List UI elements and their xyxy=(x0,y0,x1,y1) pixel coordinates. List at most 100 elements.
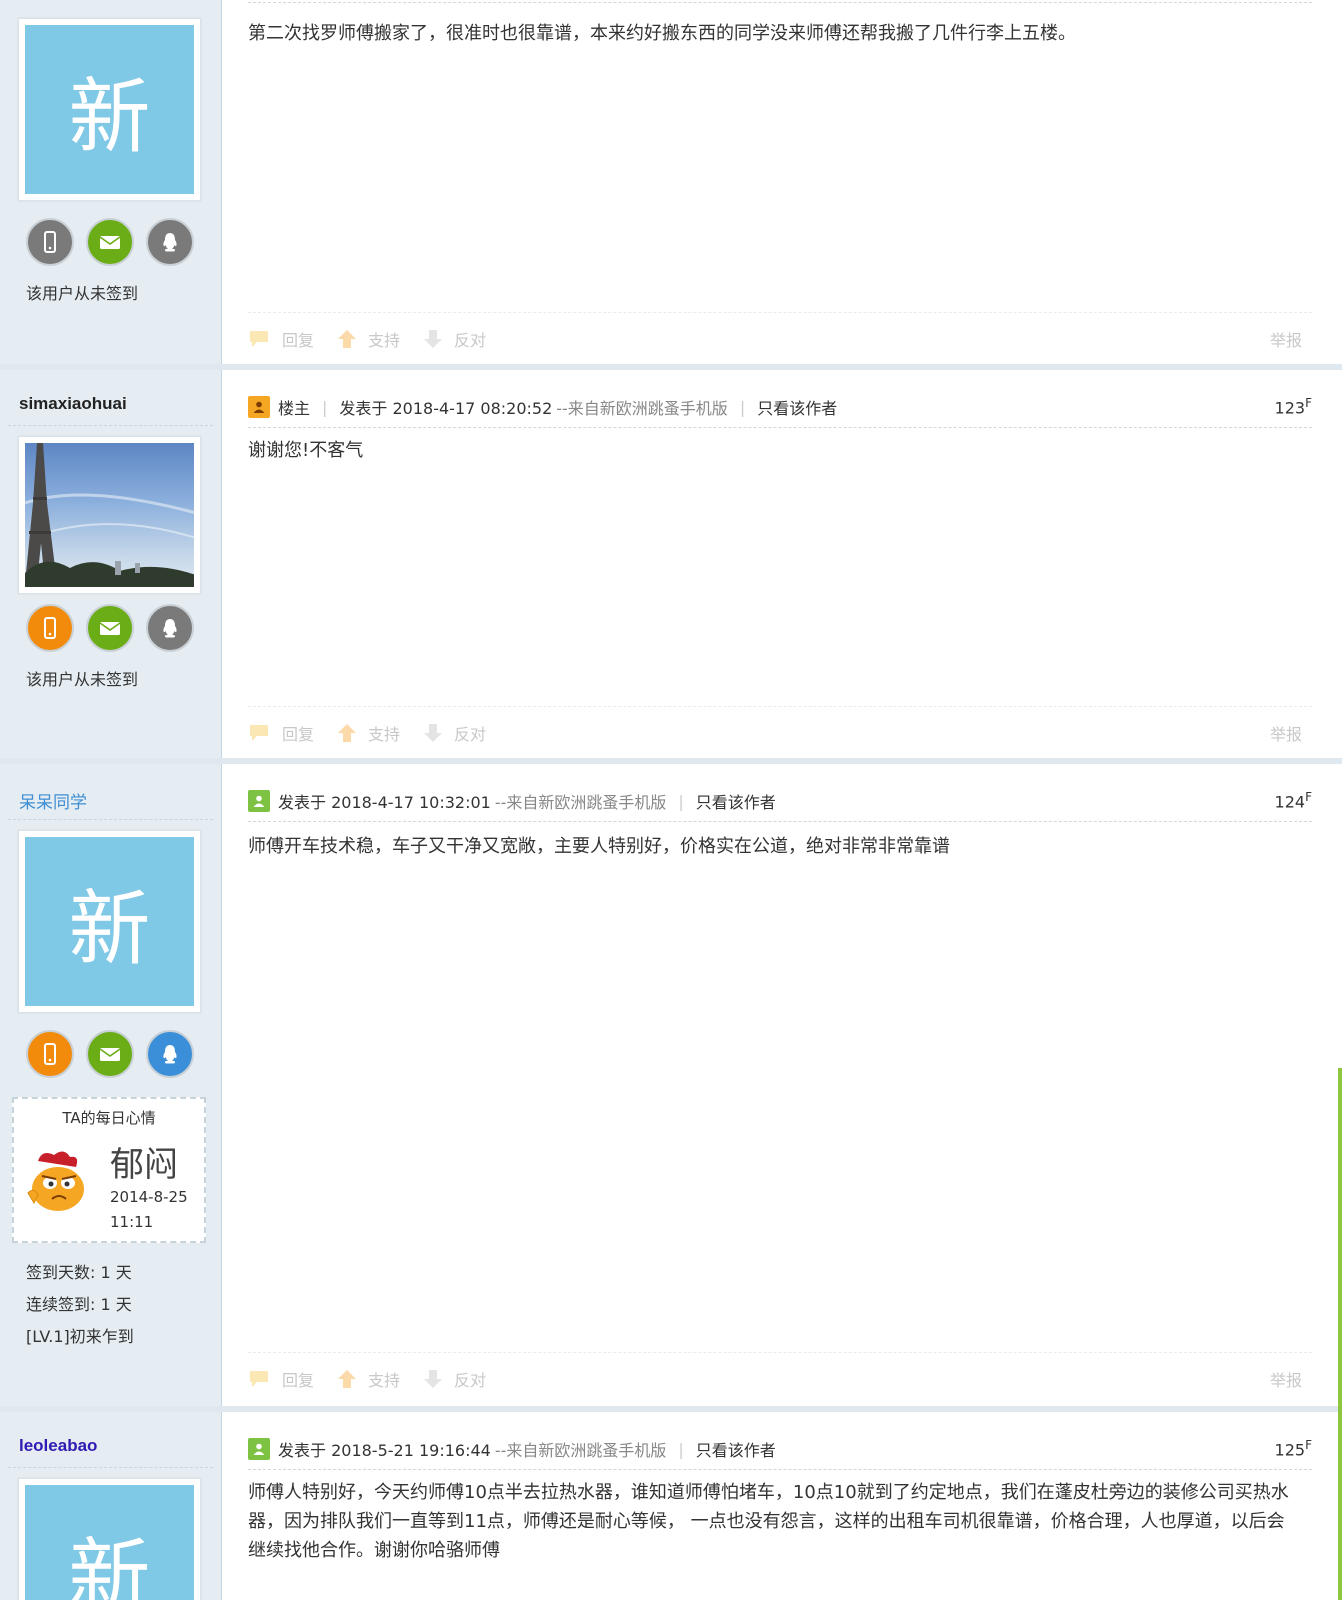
name-rule xyxy=(8,425,213,426)
support-button[interactable]: 支持 xyxy=(336,1367,400,1391)
avatar-new-placeholder: 新 xyxy=(25,1485,194,1600)
reply-label: 回复 xyxy=(282,725,315,744)
meta-rule xyxy=(248,821,1312,822)
support-button[interactable]: 支持 xyxy=(336,327,400,351)
qq-icon[interactable] xyxy=(146,604,194,652)
post-source[interactable]: --来自新欧洲跳蚤手机版 xyxy=(556,395,728,419)
only-author-link[interactable]: 只看该作者 xyxy=(696,789,776,813)
qq-icon[interactable] xyxy=(146,218,194,266)
report-link[interactable]: 举报 xyxy=(1270,721,1302,745)
post-meta: 楼主 | 发表于 2018-4-17 08:20:52 --来自新欧洲跳蚤手机版… xyxy=(248,392,1312,422)
oppose-label: 反对 xyxy=(454,331,487,350)
author-sidebar: 新 该用户从未签到 xyxy=(0,0,222,364)
thumb-up-icon xyxy=(338,724,357,742)
post-source[interactable]: --来自新欧洲跳蚤手机版 xyxy=(495,789,667,813)
support-button[interactable]: 支持 xyxy=(336,721,400,745)
actions-rule xyxy=(248,1352,1312,1353)
user-icon xyxy=(248,1438,270,1460)
reply-button[interactable]: 回复 xyxy=(248,327,314,351)
floor-num: 124 xyxy=(1274,792,1306,812)
avatar[interactable]: 新 xyxy=(18,1478,201,1600)
post-meta: 发表于 2018-5-21 19:16:44 --来自新欧洲跳蚤手机版 | 只看… xyxy=(248,1434,1312,1464)
reply-label: 回复 xyxy=(282,331,315,350)
support-label: 支持 xyxy=(368,725,401,744)
thumb-down-icon xyxy=(424,1370,443,1388)
post-125: leoleabao 新 发表于 2018-5-21 19:16:44 --来自新… xyxy=(0,1412,1342,1600)
post-122: 新 该用户从未签到 第二次找罗师傅搬家了，很准时也很靠谱，本来约好搬东西的同学没… xyxy=(0,0,1342,364)
mail-icon[interactable] xyxy=(86,1030,134,1078)
mood-face-icon xyxy=(27,1151,84,1211)
scroll-indicator[interactable] xyxy=(1338,1068,1342,1600)
mood-word: 郁闷 xyxy=(110,1145,178,1185)
post-time: 发表于 2018-4-17 08:20:52 xyxy=(339,399,553,418)
user-level[interactable]: [LV.1]初来乍到 xyxy=(26,1323,134,1347)
post-body: 师傅开车技术稳，车子又干净又宽敞，主要人特别好，价格实在公道，绝对非常非常靠谱 xyxy=(248,836,950,857)
support-label: 支持 xyxy=(368,1371,401,1390)
actions-rule xyxy=(248,706,1312,707)
floor-number[interactable]: 123F xyxy=(1275,396,1312,417)
post-time: 发表于 2018-5-21 19:16:44 xyxy=(278,1441,491,1460)
mail-icon[interactable] xyxy=(86,604,134,652)
reply-button[interactable]: 回复 xyxy=(248,721,314,745)
reply-icon xyxy=(250,1371,268,1387)
oppose-label: 反对 xyxy=(454,1371,487,1390)
divider: | xyxy=(678,791,684,811)
reply-icon xyxy=(250,331,268,347)
avatar-photo-eiffel xyxy=(25,443,194,587)
post-source[interactable]: --来自新欧洲跳蚤手机版 xyxy=(495,1437,667,1461)
divider: | xyxy=(739,397,746,417)
actions-rule xyxy=(248,312,1312,313)
post-content: 发表于 2018-5-21 19:16:44 --来自新欧洲跳蚤手机版 | 只看… xyxy=(222,1412,1342,1600)
post-actions: 回复 支持 反对 举报 xyxy=(248,718,1302,748)
top-rule xyxy=(248,2,1312,3)
qq-icon[interactable] xyxy=(146,1030,194,1078)
post-meta: 发表于 2018-4-17 10:32:01 --来自新欧洲跳蚤手机版 | 只看… xyxy=(248,786,1312,816)
phone-icon[interactable] xyxy=(26,604,74,652)
post-content: 发表于 2018-4-17 10:32:01 --来自新欧洲跳蚤手机版 | 只看… xyxy=(222,764,1342,1406)
author-name[interactable]: leoleabao xyxy=(19,1436,97,1456)
floor-number[interactable]: 124F xyxy=(1275,790,1312,811)
phone-icon[interactable] xyxy=(26,1030,74,1078)
thumb-down-icon xyxy=(424,330,443,348)
name-rule xyxy=(8,1467,213,1468)
avatar[interactable] xyxy=(18,436,201,594)
phone-icon[interactable] xyxy=(26,218,74,266)
floor-num: 125 xyxy=(1274,1440,1306,1460)
floor-suffix: F xyxy=(1305,1438,1312,1453)
oppose-button[interactable]: 反对 xyxy=(422,327,486,351)
mail-icon[interactable] xyxy=(86,218,134,266)
thumb-up-icon xyxy=(338,330,357,348)
sign-days: 签到天数: 1 天 xyxy=(26,1263,132,1282)
floor-suffix: F xyxy=(1305,396,1312,411)
floor-number[interactable]: 125F xyxy=(1275,1438,1312,1459)
only-author-link[interactable]: 只看该作者 xyxy=(696,1437,776,1461)
daily-mood-box: TA的每日心情 郁闷 2014-8-25 11:11 xyxy=(12,1097,206,1243)
report-link[interactable]: 举报 xyxy=(1270,327,1302,351)
post-content: 楼主 | 发表于 2018-4-17 08:20:52 --来自新欧洲跳蚤手机版… xyxy=(222,370,1342,758)
post-body: 谢谢您!不客气 xyxy=(248,440,364,461)
divider: | xyxy=(322,397,328,417)
author-sidebar: leoleabao 新 xyxy=(0,1412,222,1600)
post-body: 第二次找罗师傅搬家了，很准时也很靠谱，本来约好搬东西的同学没来师傅还帮我搬了几件… xyxy=(248,23,1076,44)
post-time: 发表于 2018-4-17 10:32:01 xyxy=(278,793,491,812)
avatar[interactable]: 新 xyxy=(18,830,201,1013)
reply-icon xyxy=(250,725,268,741)
owner-icon xyxy=(248,396,270,418)
support-label: 支持 xyxy=(368,331,401,350)
floor-suffix: F xyxy=(1305,790,1312,805)
author-name[interactable]: 呆呆同学 xyxy=(19,788,87,813)
report-link[interactable]: 举报 xyxy=(1270,1367,1302,1391)
sign-streak: 连续签到: 1 天 xyxy=(26,1295,132,1314)
user-icon xyxy=(248,790,270,812)
avatar-new-placeholder: 新 xyxy=(25,837,194,1006)
reply-button[interactable]: 回复 xyxy=(248,1367,314,1391)
author-sidebar: simaxiaohuai 该用户从未签到 xyxy=(0,370,222,758)
author-name[interactable]: simaxiaohuai xyxy=(19,394,127,414)
mood-date: 2014-8-25 11:11 xyxy=(110,1188,188,1231)
reply-label: 回复 xyxy=(282,1371,315,1390)
divider: | xyxy=(678,1439,684,1459)
oppose-button[interactable]: 反对 xyxy=(422,721,486,745)
only-author-link[interactable]: 只看该作者 xyxy=(757,395,837,419)
oppose-button[interactable]: 反对 xyxy=(422,1367,486,1391)
avatar[interactable]: 新 xyxy=(18,18,201,201)
